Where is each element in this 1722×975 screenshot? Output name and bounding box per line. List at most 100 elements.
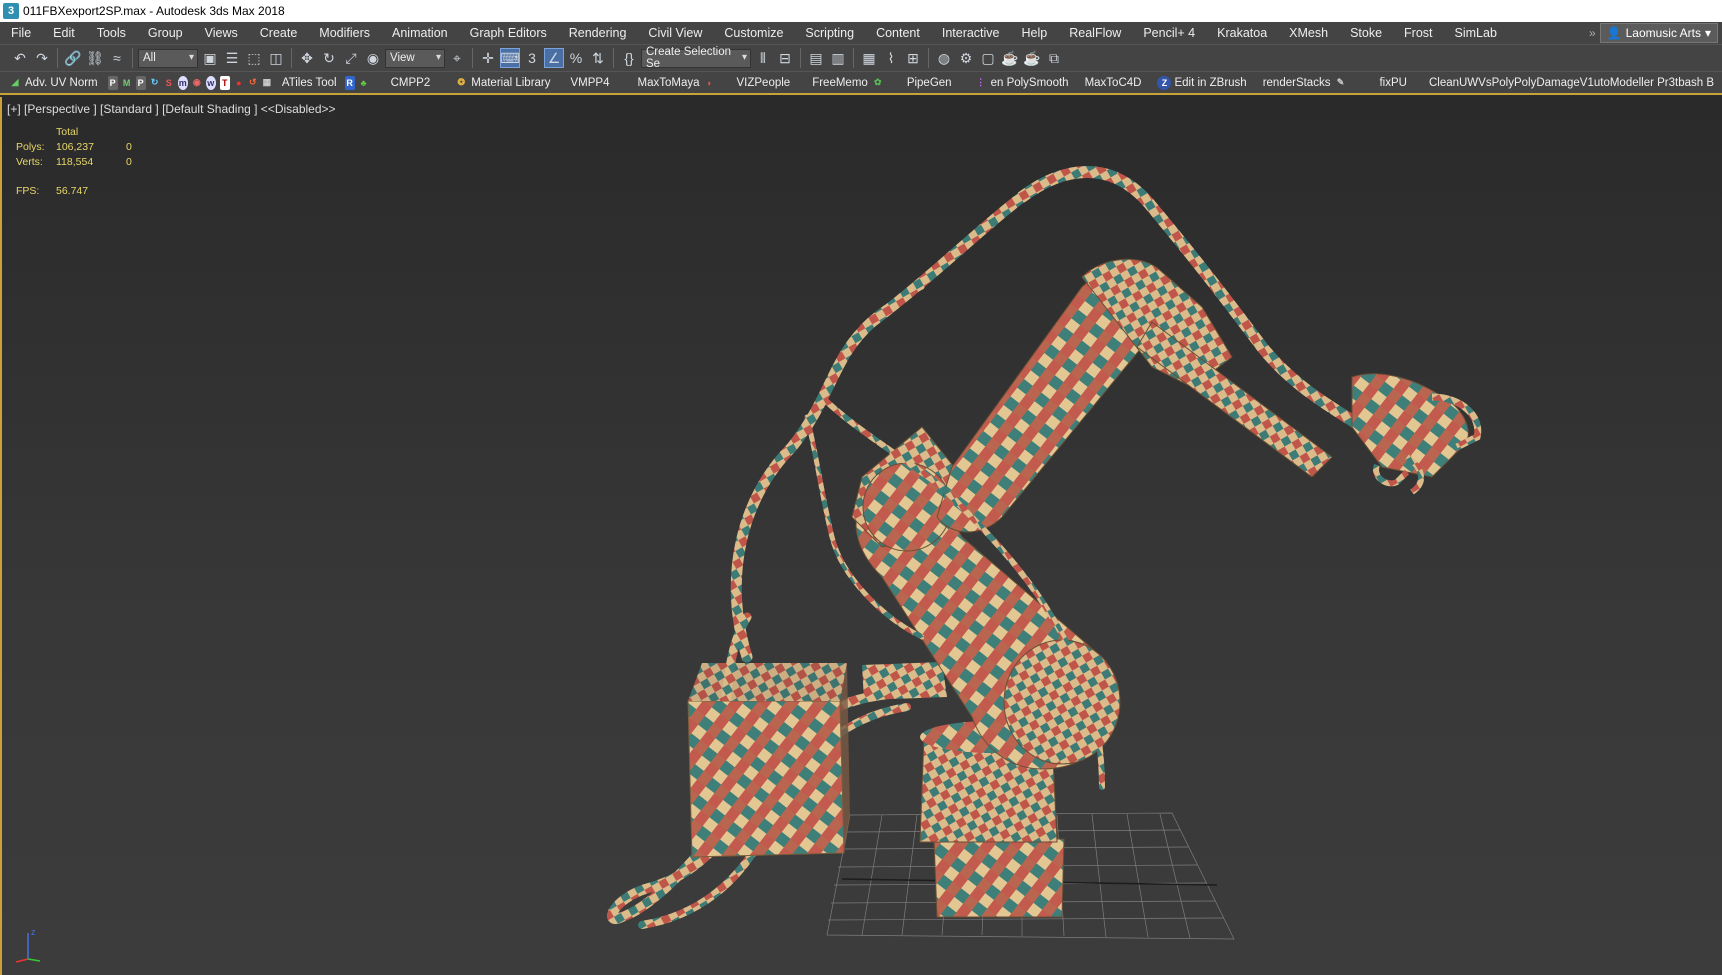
schematic-view-icon[interactable]: ⊞: [903, 48, 923, 68]
percent-snap-icon[interactable]: %: [566, 48, 586, 68]
plugin-overflow-labels[interactable]: CleanUWVsPolyPolyDamageV1utoModeller Pr3…: [1415, 77, 1722, 89]
rendered-frame-window-icon[interactable]: ▢: [978, 48, 998, 68]
tex-icon[interactable]: T: [219, 75, 230, 90]
snaps-toggle-icon[interactable]: 3: [522, 48, 542, 68]
menu-views[interactable]: Views: [194, 22, 249, 44]
tree-icon[interactable]: ♣: [359, 76, 369, 90]
select-manipulate-icon[interactable]: ✛: [478, 48, 498, 68]
sr-icon[interactable]: S: [164, 76, 174, 90]
pfr-icon[interactable]: P: [107, 75, 118, 90]
menu-animation[interactable]: Animation: [381, 22, 459, 44]
menu-xmesh[interactable]: XMesh: [1278, 22, 1339, 44]
edit-named-selection-icon[interactable]: {}: [619, 48, 639, 68]
plugin-atiles-tool[interactable]: ATiles Tool: [274, 77, 345, 89]
menu-overflow-icon[interactable]: »: [1585, 26, 1600, 40]
redo-icon[interactable]: ↷: [32, 48, 52, 68]
render-iterative-icon[interactable]: ☕: [1022, 48, 1042, 68]
plugin-material-library[interactable]: ❂ Material Library: [438, 76, 558, 90]
render-production-icon[interactable]: ☕: [1000, 48, 1020, 68]
verts-label: Verts:: [16, 156, 43, 168]
mirror-icon[interactable]: ⫴: [753, 48, 773, 68]
plugin-maxtoc4d[interactable]: MaxToC4D: [1077, 77, 1150, 89]
plugin-label: Material Library: [471, 76, 551, 89]
plugin-vizpeople[interactable]: VIZPeople: [725, 77, 799, 89]
a360-render-icon[interactable]: ⧉: [1044, 48, 1064, 68]
keyboard-shortcut-override-icon[interactable]: ⌨: [500, 48, 520, 68]
pivot-center-icon[interactable]: ⌖: [447, 48, 467, 68]
rotate-icon[interactable]: ↻: [319, 48, 339, 68]
menu-rendering[interactable]: Rendering: [558, 22, 638, 44]
layer-explorer-icon[interactable]: ▥: [828, 48, 848, 68]
window-crossing-icon[interactable]: ◫: [266, 48, 286, 68]
spinner-snap-icon[interactable]: ⇅: [588, 48, 608, 68]
m-icon[interactable]: m: [177, 75, 188, 90]
refresh-orange-icon[interactable]: ↺: [248, 76, 258, 90]
record-icon[interactable]: ◉: [192, 76, 202, 90]
grid-tool-icon[interactable]: ▦: [262, 76, 272, 90]
m3-icon[interactable]: M: [122, 76, 132, 90]
plugin-renderstacks[interactable]: renderStacks ✎: [1255, 76, 1356, 90]
rb-icon[interactable]: R: [344, 75, 355, 90]
menu-create[interactable]: Create: [249, 22, 309, 44]
menu-civil-view[interactable]: Civil View: [637, 22, 713, 44]
place-icon[interactable]: ◉: [363, 48, 383, 68]
curve-editor-icon[interactable]: ⌇: [881, 48, 901, 68]
select-by-name-icon[interactable]: ☰: [222, 48, 242, 68]
toolbar-separator: [291, 48, 292, 68]
plugin-freememo[interactable]: FreeMemo ✿: [798, 76, 893, 90]
plugin-cmpp2[interactable]: CMPP2: [373, 77, 439, 89]
reference-coordinate-dropdown[interactable]: View: [385, 48, 445, 68]
plugin-toolbar: ◢ Adv. UV Norm P M P ↻ S m ◉ w T ● ↺ ▦ AT…: [0, 71, 1722, 95]
menu-group[interactable]: Group: [137, 22, 194, 44]
align-icon[interactable]: ⊟: [775, 48, 795, 68]
plugin-edit-in-zbrush[interactable]: Z Edit in ZBrush: [1149, 75, 1254, 90]
plugin-maxtomaya[interactable]: MaxToMaya ◗: [618, 76, 725, 90]
perspective-viewport[interactable]: [+] [Perspective ] [Standard ] [Default …: [0, 97, 1722, 975]
menu-edit[interactable]: Edit: [42, 22, 86, 44]
menu-help[interactable]: Help: [1011, 22, 1059, 44]
cycle-icon[interactable]: ↻: [150, 76, 160, 90]
menu-content[interactable]: Content: [865, 22, 931, 44]
menu-modifiers[interactable]: Modifiers: [308, 22, 381, 44]
unlink-icon[interactable]: ⛓: [85, 48, 105, 68]
menu-interactive[interactable]: Interactive: [931, 22, 1011, 44]
ribbon-icon[interactable]: ▦: [859, 48, 879, 68]
menu-realflow[interactable]: RealFlow: [1058, 22, 1132, 44]
plugin-vmpp4[interactable]: VMPP4: [559, 77, 618, 89]
w-icon[interactable]: w: [205, 75, 216, 90]
select-object-icon[interactable]: ▣: [200, 48, 220, 68]
material-editor-icon[interactable]: ◍: [934, 48, 954, 68]
stats-header: Total: [56, 126, 79, 138]
selection-filter-dropdown[interactable]: All: [138, 48, 198, 68]
plugin-polysmooth[interactable]: ⋮ en PolySmooth: [960, 76, 1077, 90]
viewport-label[interactable]: [+] [Perspective ] [Standard ] [Default …: [7, 102, 336, 116]
menu-pencil4[interactable]: Pencil+ 4: [1132, 22, 1206, 44]
menu-scripting[interactable]: Scripting: [794, 22, 865, 44]
menu-simlab[interactable]: SimLab: [1444, 22, 1508, 44]
pfr2-icon[interactable]: P: [135, 75, 146, 90]
move-icon[interactable]: ✥: [297, 48, 317, 68]
render-setup-icon[interactable]: ⚙: [956, 48, 976, 68]
link-icon[interactable]: 🔗: [63, 48, 83, 68]
scene-explorer-icon[interactable]: ▤: [806, 48, 826, 68]
menu-tools[interactable]: Tools: [86, 22, 137, 44]
menu-file[interactable]: File: [0, 22, 42, 44]
plugin-adv-uv-norm[interactable]: ◢ Adv. UV Norm: [0, 76, 106, 90]
angle-snap-icon[interactable]: ∠: [544, 48, 564, 68]
rect-selection-icon[interactable]: ⬚: [244, 48, 264, 68]
menu-krakatoa[interactable]: Krakatoa: [1206, 22, 1278, 44]
menu-customize[interactable]: Customize: [713, 22, 794, 44]
menu-stoke[interactable]: Stoke: [1339, 22, 1393, 44]
menu-graph-editors[interactable]: Graph Editors: [459, 22, 558, 44]
bind-spacewarp-icon[interactable]: ≈: [107, 48, 127, 68]
undo-icon[interactable]: ↶: [10, 48, 30, 68]
named-selection-dropdown[interactable]: Create Selection Se: [641, 46, 751, 70]
toolbar-separator: [472, 48, 473, 68]
red-dot-icon[interactable]: ●: [234, 76, 244, 90]
plugin-fixpu[interactable]: fixPU: [1355, 77, 1414, 89]
plugin-pipegen[interactable]: PipeGen: [893, 77, 960, 89]
3dsmax-app-icon[interactable]: 3: [3, 3, 19, 19]
menu-frost[interactable]: Frost: [1393, 22, 1443, 44]
user-account-button[interactable]: 👤 Laomusic Arts ▾: [1599, 23, 1718, 43]
scale-icon[interactable]: ⤢: [341, 48, 361, 68]
